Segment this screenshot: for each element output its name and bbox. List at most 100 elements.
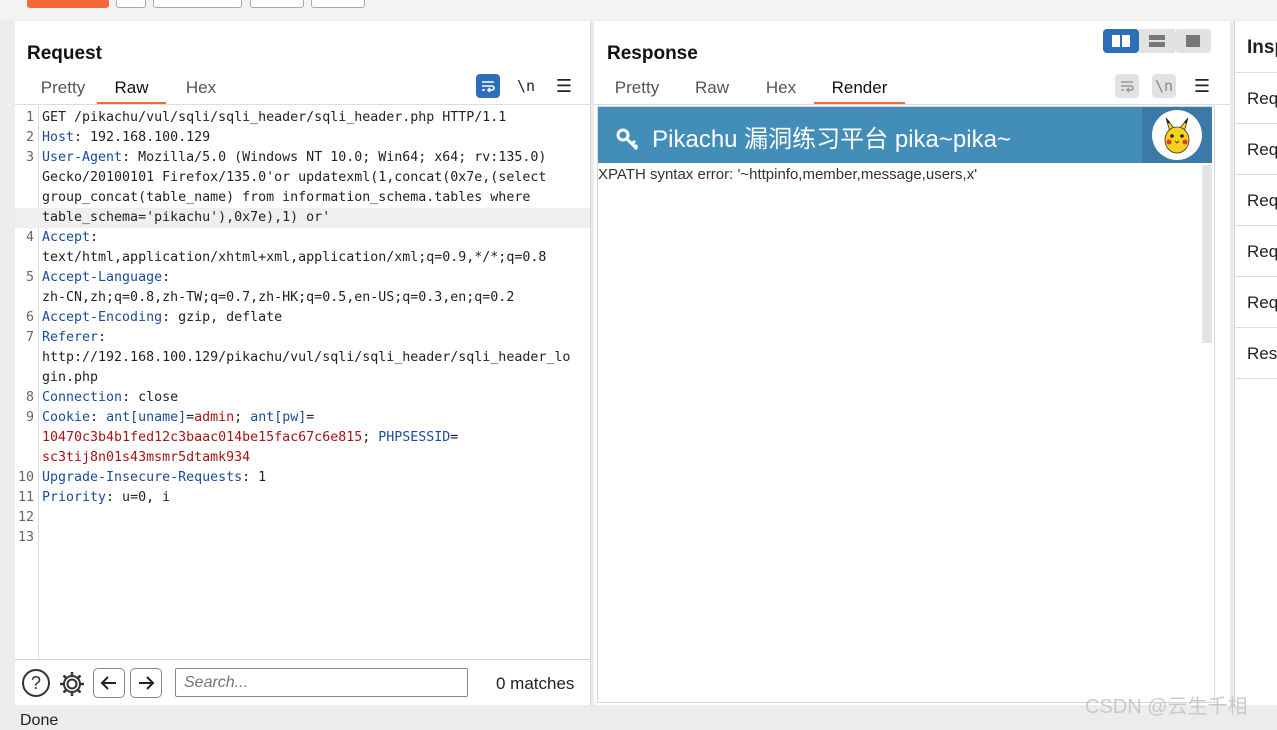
render-view: Pikachu 漏洞练习平台 pika~pika~ XPATH syntax e…: [597, 106, 1215, 703]
forward-button[interactable]: [311, 0, 365, 8]
code-line[interactable]: table_schema='pikachu'),0x7e),1) or': [15, 208, 590, 228]
code-line[interactable]: 8 Connection: close: [15, 388, 590, 408]
code-text: :: [98, 330, 107, 345]
line-text: User-Agent: Mozilla/5.0 (Windows NT 10.0…: [42, 148, 546, 168]
tab-divider: [594, 104, 1230, 105]
code-line[interactable]: http://192.168.100.129/pikachu/vul/sqli/…: [15, 348, 590, 368]
next-match-button[interactable]: [130, 668, 162, 698]
inspector-row[interactable]: Req: [1235, 175, 1277, 226]
inspector-row[interactable]: Req: [1235, 277, 1277, 328]
line-number: 13: [17, 530, 34, 545]
line-text: Accept:: [42, 228, 98, 248]
header-key: Cookie: [42, 410, 91, 425]
line-text: Accept-Encoding: gzip, deflate: [42, 308, 282, 328]
line-text: Referer:: [42, 328, 106, 348]
code-text: : close: [122, 390, 179, 405]
code-line[interactable]: 11 Priority: u=0, i: [15, 488, 590, 508]
header-key: Connection: [42, 390, 123, 405]
settings-button[interactable]: [116, 0, 146, 8]
code-text: http://192.168.100.129/pikachu/vul/sqli/…: [42, 350, 571, 365]
code-text: table_schema='pikachu'),0x7e),1) or': [42, 210, 331, 225]
code-line[interactable]: 1 GET /pikachu/vul/sqli/sqli_header/sqli_…: [15, 108, 590, 128]
line-text: http://192.168.100.129/pikachu/vul/sqli/…: [42, 348, 570, 368]
line-number: 12: [17, 510, 34, 525]
line-number: 2: [25, 130, 34, 145]
code-text: : 192.168.100.129: [74, 130, 211, 145]
line-text: GET /pikachu/vul/sqli/sqli_header/sqli_h…: [42, 108, 506, 128]
code-line[interactable]: group_concat(table_name) from informatio…: [15, 188, 590, 208]
tab-raw[interactable]: Raw: [684, 77, 740, 105]
layout-stacked-icon[interactable]: [1139, 29, 1175, 53]
code-line[interactable]: 6 Accept-Encoding: gzip, deflate: [15, 308, 590, 328]
tab-hex[interactable]: Hex: [171, 77, 231, 105]
key-icon: [616, 127, 646, 152]
wrap-lines-icon[interactable]: [476, 74, 500, 98]
code-text: : u=0, i: [106, 490, 171, 505]
code-line[interactable]: 10 Upgrade-Insecure-Requests: 1: [15, 468, 590, 488]
tab-render[interactable]: Render: [814, 77, 905, 105]
code-line[interactable]: 2 Host: 192.168.100.129: [15, 128, 590, 148]
code-text: =: [186, 410, 195, 425]
code-text: =: [450, 430, 459, 445]
code-line[interactable]: gin.php: [15, 368, 590, 388]
back-button[interactable]: [250, 0, 304, 8]
request-footer: ? 0 matches: [15, 659, 590, 705]
header-key: Accept-Encoding: [42, 310, 163, 325]
code-line[interactable]: 12: [15, 508, 590, 528]
code-text: gin.php: [42, 370, 99, 385]
layout-single-icon[interactable]: [1175, 29, 1211, 53]
send-button[interactable]: [27, 0, 109, 8]
code-line[interactable]: 7 Referer:: [15, 328, 590, 348]
error-message: XPATH syntax error: '~httpinfo,member,me…: [598, 166, 978, 183]
search-input[interactable]: [175, 668, 468, 697]
line-text: Host: 192.168.100.129: [42, 128, 210, 148]
cookie-value: sc3tij8n01s43msmr5dtamk934: [42, 450, 251, 465]
match-count: 0 matches: [496, 674, 575, 693]
line-number: 6: [25, 310, 34, 325]
line-text: text/html,application/xhtml+xml,applicat…: [42, 248, 546, 268]
line-text: Cookie: ant[uname]=admin; ant[pw]=: [42, 408, 314, 428]
help-icon[interactable]: ?: [22, 669, 50, 697]
code-line[interactable]: sc3tij8n01s43msmr5dtamk934: [15, 448, 590, 468]
code-line[interactable]: 10470c3b4b1fed12c3baac014be15fac67c6e815…: [15, 428, 590, 448]
code-line[interactable]: text/html,application/xhtml+xml,applicat…: [15, 248, 590, 268]
tab-pretty[interactable]: Pretty: [28, 77, 98, 105]
code-line[interactable]: 13: [15, 528, 590, 548]
line-text: zh-CN,zh;q=0.8,zh-TW;q=0.7,zh-HK;q=0.5,e…: [42, 288, 514, 308]
code-line[interactable]: 3 User-Agent: Mozilla/5.0 (Windows NT 10.…: [15, 148, 590, 168]
wrap-lines-icon[interactable]: [1115, 74, 1139, 98]
line-text: Connection: close: [42, 388, 178, 408]
tab-pretty[interactable]: Pretty: [604, 77, 670, 105]
menu-icon[interactable]: ☰: [552, 74, 576, 98]
code-line[interactable]: Gecko/20100101 Firefox/135.0'or updatexm…: [15, 168, 590, 188]
code-text: : 1: [242, 470, 267, 485]
layout-side-by-side-icon[interactable]: [1103, 29, 1139, 53]
line-number: 11: [17, 490, 34, 505]
previous-match-button[interactable]: [93, 668, 125, 698]
inspector-row[interactable]: Req: [1235, 226, 1277, 277]
code-line[interactable]: 9 Cookie: ant[uname]=admin; ant[pw]=: [15, 408, 590, 428]
code-line[interactable]: zh-CN,zh;q=0.8,zh-TW;q=0.7,zh-HK;q=0.5,e…: [15, 288, 590, 308]
gear-icon[interactable]: [57, 669, 87, 699]
menu-icon[interactable]: ☰: [1190, 74, 1214, 98]
code-text: :: [90, 230, 99, 245]
code-line[interactable]: 5 Accept-Language:: [15, 268, 590, 288]
render-scrollbar[interactable]: [1202, 165, 1212, 343]
code-line[interactable]: 4 Accept:: [15, 228, 590, 248]
newline-icon[interactable]: \n: [514, 74, 538, 98]
newline-icon[interactable]: \n: [1152, 74, 1176, 98]
line-number: 8: [25, 390, 34, 405]
inspector-row[interactable]: Resp: [1235, 328, 1277, 379]
inspector-row[interactable]: Req: [1235, 124, 1277, 175]
inspector-row[interactable]: Req: [1235, 73, 1277, 124]
line-text: Gecko/20100101 Firefox/135.0'or updatexm…: [42, 168, 546, 188]
logo-box: [1142, 107, 1212, 163]
line-number: 7: [25, 330, 34, 345]
code-text: :: [162, 270, 171, 285]
tab-hex[interactable]: Hex: [754, 77, 808, 105]
request-editor[interactable]: 1 GET /pikachu/vul/sqli/sqli_header/sqli_…: [15, 106, 590, 659]
response-title: Response: [607, 43, 698, 64]
cancel-button[interactable]: [153, 0, 242, 8]
tab-raw[interactable]: Raw: [97, 77, 166, 105]
header-key: PHPSESSID: [378, 430, 451, 445]
